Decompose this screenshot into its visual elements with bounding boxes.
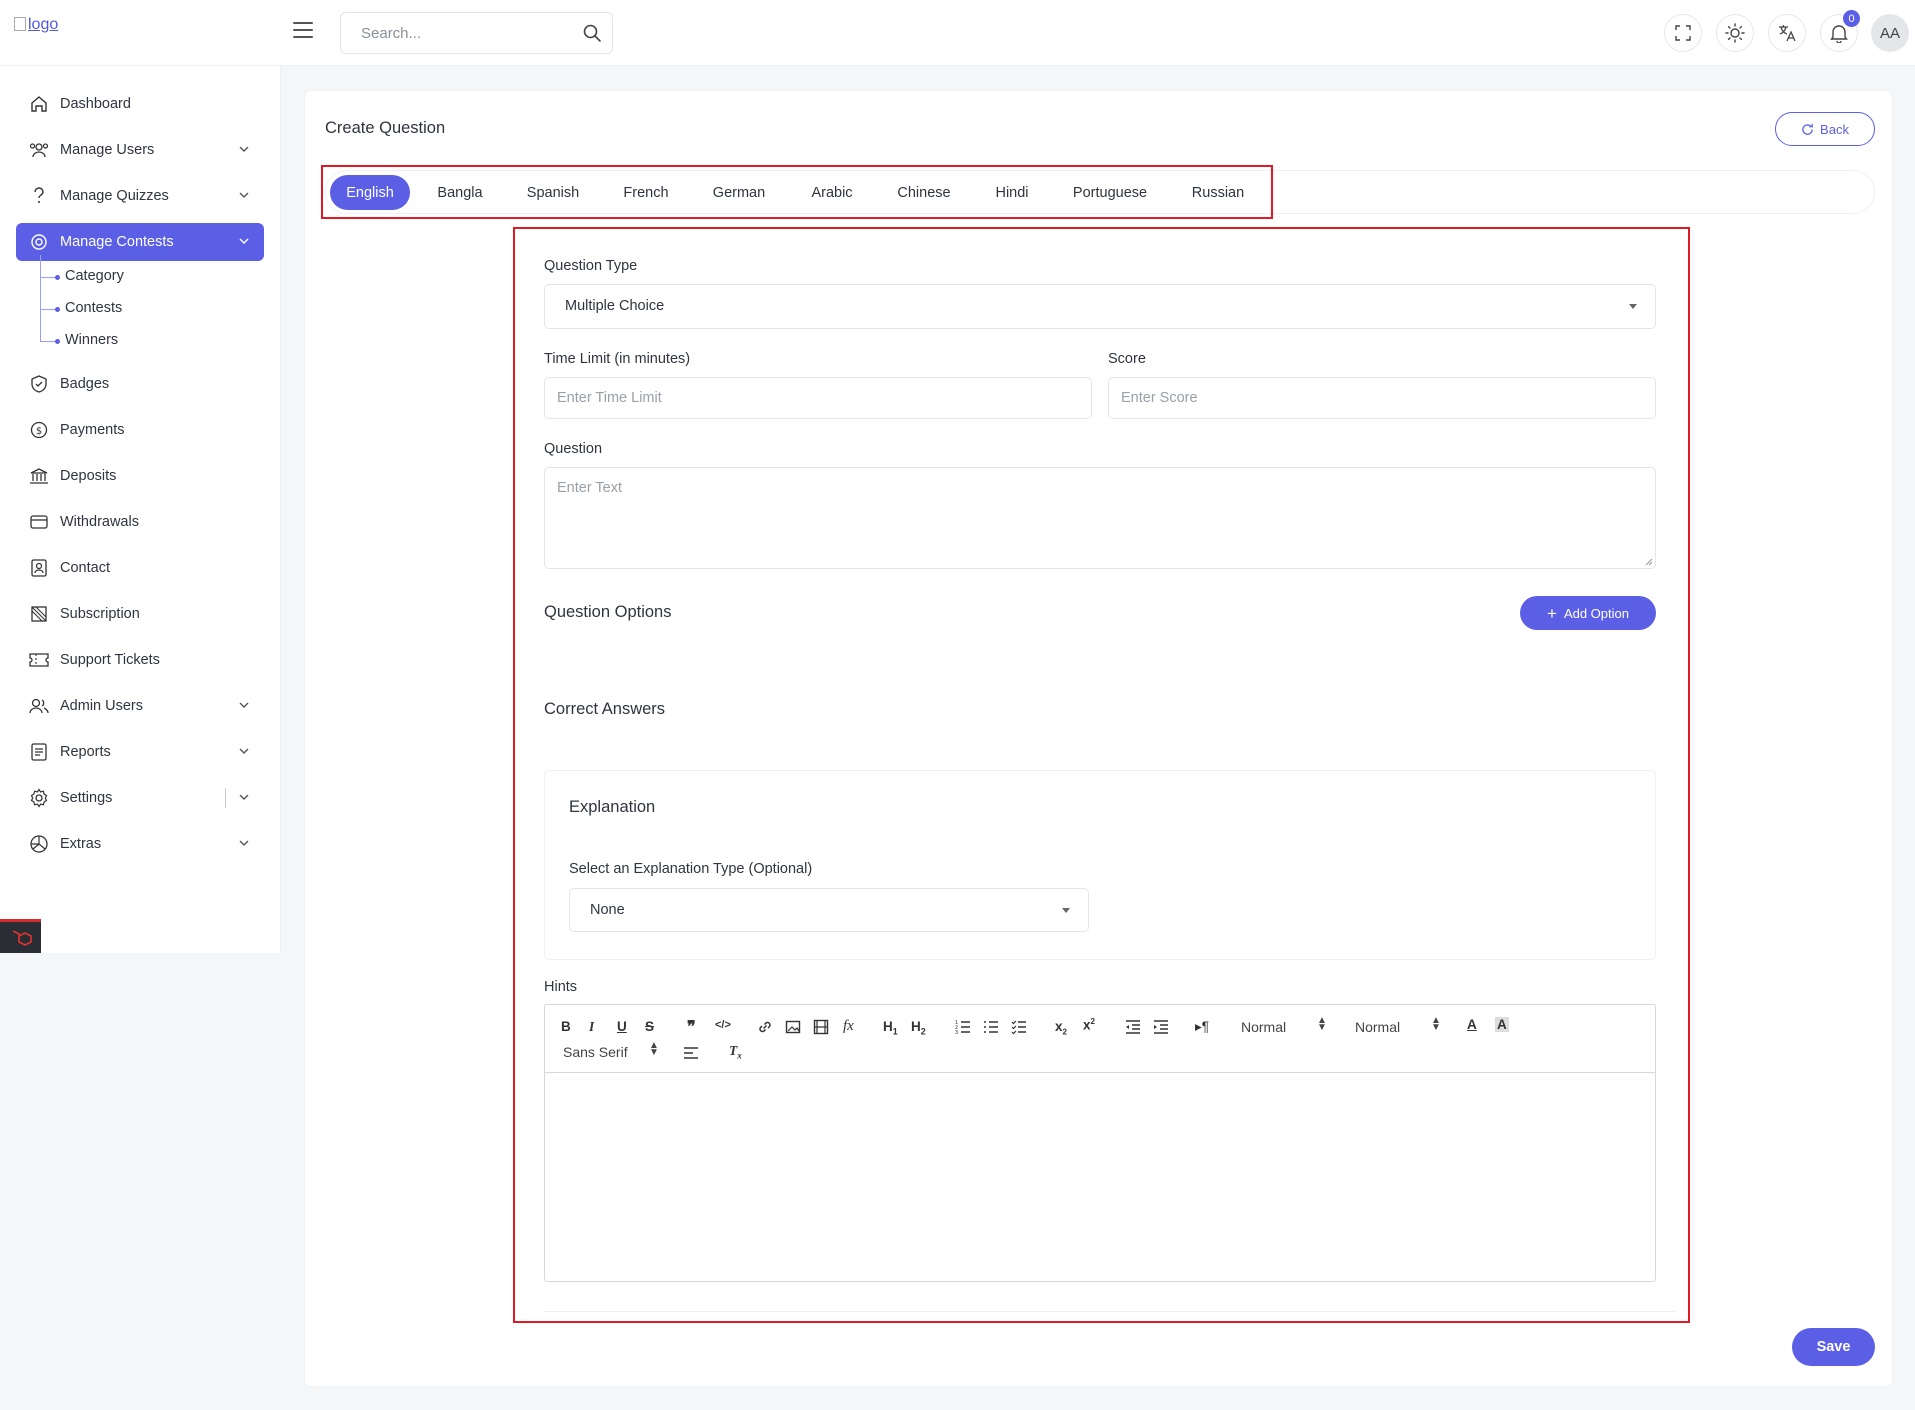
admin-users-icon: [28, 695, 50, 717]
debugbar-logo-icon[interactable]: [0, 919, 41, 953]
bank-icon: [28, 465, 50, 487]
notification-badge: 0: [1843, 10, 1860, 27]
home-icon: [28, 93, 50, 115]
sun-icon[interactable]: [1716, 14, 1754, 52]
chevron-down-icon: [239, 146, 249, 152]
sidebar-item-manage-users[interactable]: Manage Users: [16, 131, 264, 169]
subscription-icon: [28, 603, 50, 625]
svg-text:$: $: [36, 426, 42, 437]
menu-toggle-icon[interactable]: [293, 22, 313, 40]
search-input[interactable]: Search...: [340, 12, 613, 54]
badge-icon: [28, 373, 50, 395]
refresh-icon: [1802, 123, 1813, 135]
divider: [225, 788, 226, 808]
chevron-down-icon: [239, 702, 249, 708]
contact-icon: [28, 557, 50, 579]
sidebar-item-manage-quizzes[interactable]: Manage Quizzes: [16, 177, 264, 215]
ticket-icon: [28, 649, 50, 671]
sidebar-item-withdrawals[interactable]: Withdrawals: [16, 503, 264, 541]
sidebar-item-settings[interactable]: Settings: [16, 779, 264, 817]
chevron-down-icon: [239, 192, 249, 198]
submenu-line: [40, 255, 41, 341]
avatar[interactable]: AA: [1871, 14, 1909, 52]
chevron-down-icon: [239, 840, 249, 846]
sidebar-item-extras[interactable]: Extras: [16, 825, 264, 863]
dollar-icon: $: [28, 419, 50, 441]
chevron-down-icon: [239, 794, 249, 800]
submenu-dot: [40, 307, 60, 312]
sidebar-item-admin-users[interactable]: Admin Users: [16, 687, 264, 725]
submenu-dot: [40, 339, 60, 344]
gear-icon: [28, 787, 50, 809]
annotation-box-tabs: [321, 165, 1273, 219]
sidebar-item-contact[interactable]: Contact: [16, 549, 264, 587]
sidebar-item-manage-contests[interactable]: Manage Contests: [16, 223, 264, 261]
sidebar-subitem-contests[interactable]: Contests: [65, 300, 122, 316]
submenu-dot: [40, 275, 60, 280]
sidebar-item-deposits[interactable]: Deposits: [16, 457, 264, 495]
sidebar-item-reports[interactable]: Reports: [16, 733, 264, 771]
translate-icon[interactable]: [1768, 14, 1806, 52]
chevron-down-icon: [239, 748, 249, 754]
annotation-box-form: [513, 227, 1690, 1323]
top-header: logo Search... 0 AA: [0, 0, 1915, 66]
contest-icon: [28, 231, 50, 253]
reports-icon: [28, 741, 50, 763]
sidebar-item-dashboard[interactable]: Dashboard: [16, 85, 264, 123]
chevron-down-icon: [239, 238, 249, 244]
sidebar-subitem-winners[interactable]: Winners: [65, 332, 118, 348]
sidebar-subitem-category[interactable]: Category: [65, 268, 124, 284]
sidebar-item-payments[interactable]: $ Payments: [16, 411, 264, 449]
page-title: Create Question: [325, 119, 446, 137]
logo[interactable]: logo: [14, 16, 58, 34]
save-button[interactable]: Save: [1792, 1328, 1875, 1366]
users-icon: [28, 139, 50, 161]
sidebar-item-support-tickets[interactable]: Support Tickets: [16, 641, 264, 679]
sidebar-item-badges[interactable]: Badges: [16, 365, 264, 403]
fullscreen-icon[interactable]: [1664, 14, 1702, 52]
search-icon[interactable]: [582, 23, 602, 43]
wallet-icon: [28, 511, 50, 533]
back-button[interactable]: Back: [1775, 112, 1875, 146]
extras-icon: [28, 833, 50, 855]
question-icon: [28, 185, 50, 207]
sidebar-item-subscription[interactable]: Subscription: [16, 595, 264, 633]
